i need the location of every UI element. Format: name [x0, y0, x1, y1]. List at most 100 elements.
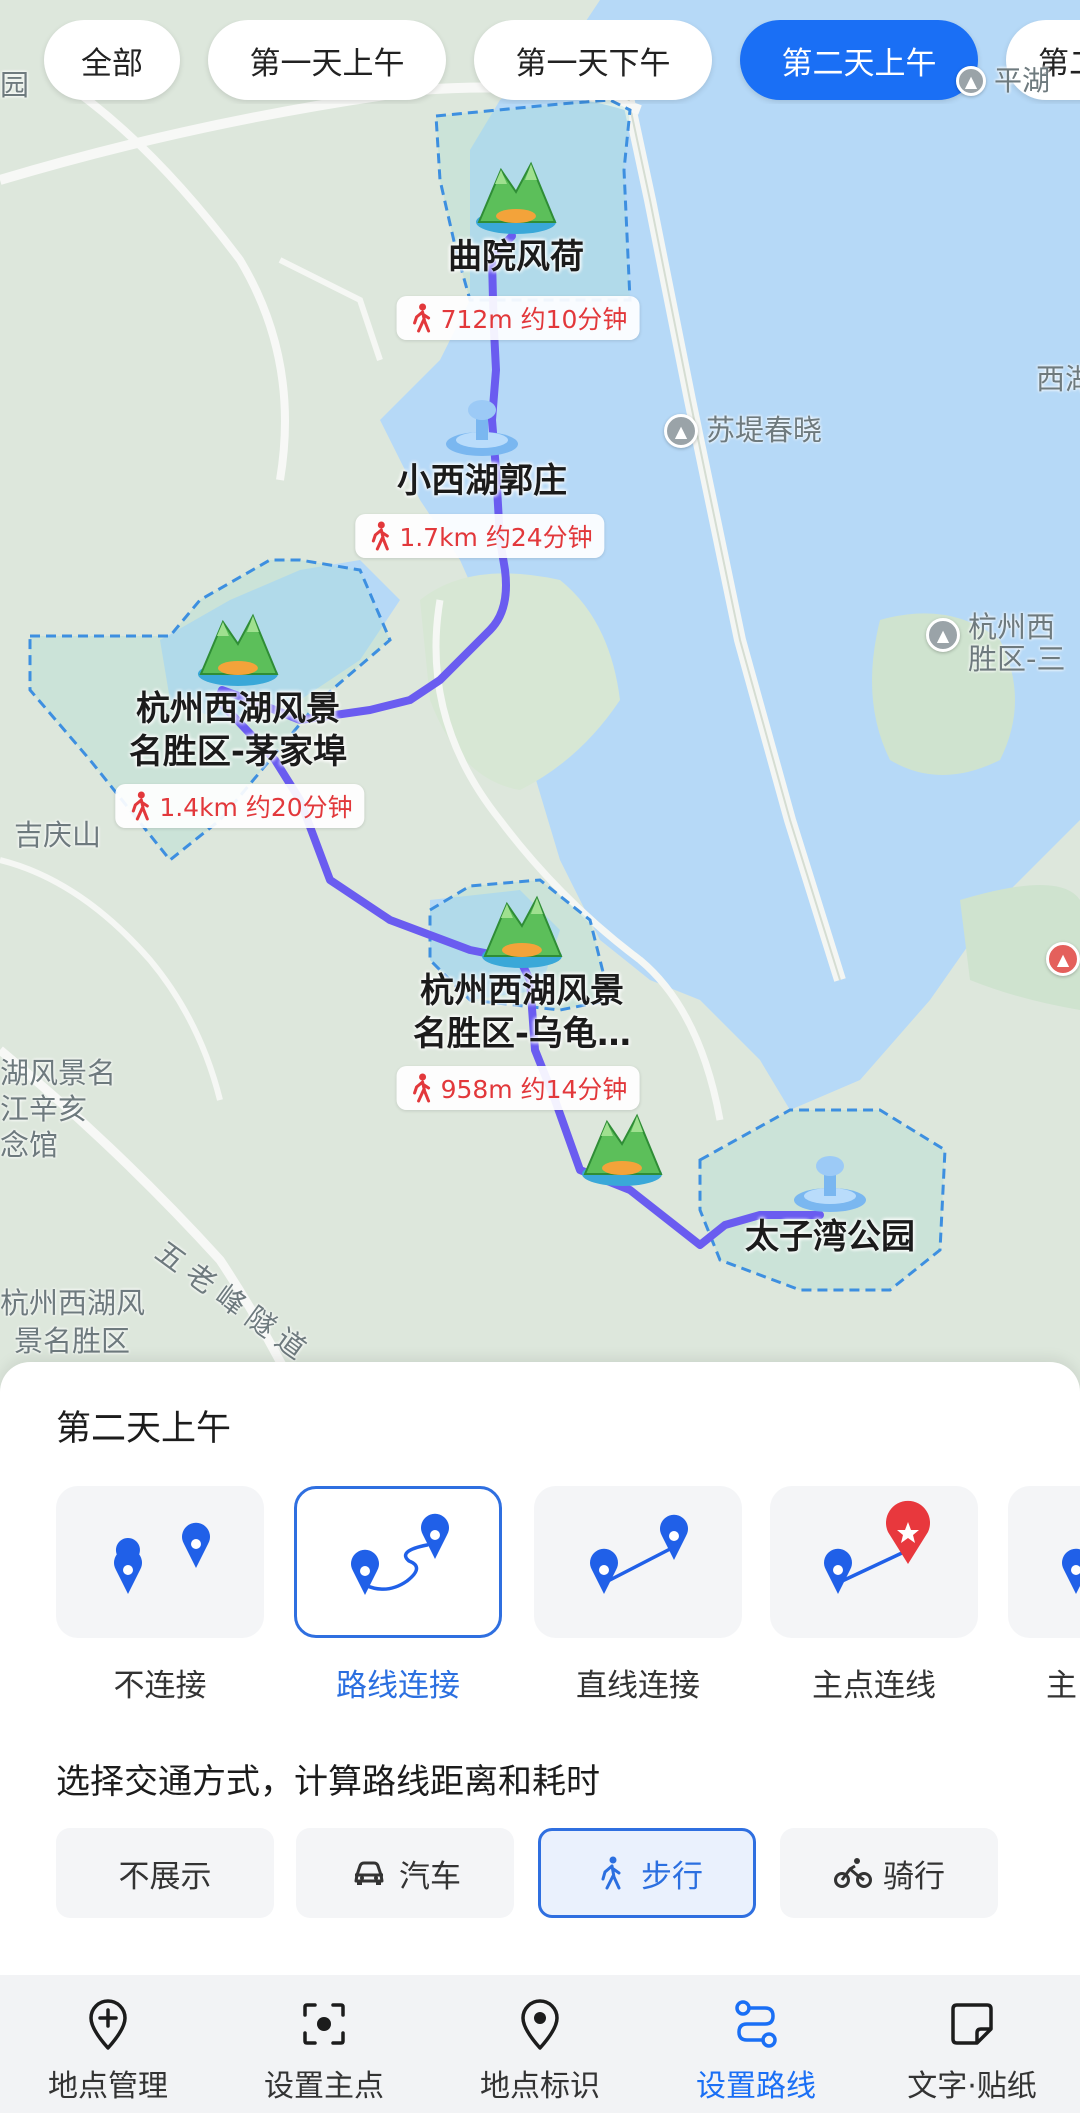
nav-label: 设置路线 [696, 2069, 816, 2104]
segment-badge-2: 1.7km 约24分钟 [355, 514, 605, 558]
nav-label: 地点标识 [480, 2069, 600, 2104]
conn-label-route: 路线连接 [336, 1668, 460, 1704]
nav-label: 设置主点 [264, 2069, 384, 2104]
place-scenic-extra[interactable] [577, 1104, 667, 1188]
nav-label: 地点管理 [48, 2069, 168, 2104]
mode-walk-button[interactable]: 步行 [538, 1828, 756, 1918]
conn-card-route[interactable] [294, 1486, 502, 1638]
conn-option-straight[interactable]: 直线连接 [534, 1486, 742, 1705]
poi-monument-icon: ▲ [956, 66, 986, 97]
map-label-hz-scenic-1: 杭州西湖风 [0, 1286, 146, 1320]
place-quyuan-name: 曲院风荷 [448, 237, 584, 277]
sticker-icon [951, 2003, 993, 2045]
segment-text-3: 1.4km 约20分钟 [159, 793, 353, 822]
conn-card-none[interactable] [56, 1486, 264, 1638]
place-taiziwan-name: 太子湾公园 [745, 1217, 915, 1257]
segment-text-4: 958m 约14分钟 [440, 1075, 628, 1104]
place-wugui[interactable]: 杭州西湖风景 名胜区-乌龟… [413, 886, 631, 1055]
nav-set-route[interactable]: 设置路线 [648, 1975, 864, 2113]
chip-day1-afternoon[interactable]: 第一天下午 [474, 20, 712, 100]
poi-sudi-label: 苏堤春晓 [706, 413, 823, 448]
conn-label-none: 不连接 [113, 1668, 207, 1704]
map-label-hufengjing-1: 湖风景名 [0, 1056, 117, 1090]
poi-monument-icon: ▲ [664, 414, 698, 448]
walk-icon [413, 303, 431, 333]
conn-card-partial[interactable] [1008, 1486, 1080, 1638]
map-label-jiqingshan: 吉庆山 [14, 818, 102, 852]
car-icon [354, 1861, 384, 1885]
place-maojiabu-name-1: 杭州西湖风景 [136, 689, 340, 729]
map-label-hufengjing-2: 江辛亥 [0, 1092, 88, 1126]
scenic-mountain-icon [482, 895, 563, 968]
map-label-xihu: 西湖 [1036, 362, 1080, 396]
transport-title: 选择交通方式，计算路线距离和耗时 [56, 1762, 600, 1802]
route-icon [735, 2000, 777, 2048]
conn-option-route[interactable]: 路线连接 [294, 1486, 502, 1705]
walk-icon [601, 1856, 621, 1890]
nav-location-mark[interactable]: 地点标识 [432, 1975, 648, 2113]
poi-red[interactable]: ▲ [1046, 942, 1080, 976]
bike-icon [834, 1858, 872, 1888]
place-xiaoxihu-name: 小西湖郭庄 [397, 461, 567, 501]
fountain-icon [794, 1156, 866, 1212]
conn-label-partial: 主 [1046, 1668, 1077, 1704]
poi-right-scenic[interactable]: ▲ 杭州西 胜区-三 [926, 610, 1066, 676]
place-xiaoxihu[interactable]: 小西湖郭庄 [397, 388, 567, 503]
conn-option-main-point[interactable]: 主点连线 [770, 1486, 978, 1705]
fountain-icon [446, 400, 518, 456]
pins-unconnected-icon [114, 1522, 210, 1594]
place-maojiabu[interactable]: 杭州西湖风景 名胜区-茅家埠 [129, 604, 347, 773]
nav-label: 文字·贴纸 [907, 2069, 1037, 2104]
nav-set-main-point[interactable]: 设置主点 [216, 1975, 432, 2113]
mode-bike-label: 骑行 [883, 1858, 945, 1895]
map-canvas[interactable]: 全部 第一天上午 第一天下午 第二天上午 第二 园 西湖 吉庆山 湖风景名 江辛… [0, 0, 1080, 1400]
chip-day2-morning[interactable]: 第二天上午 [740, 20, 978, 100]
place-quyuan[interactable]: 曲院风荷 [448, 152, 584, 279]
mode-car-button[interactable]: 汽车 [296, 1828, 514, 1918]
conn-option-none[interactable]: 不连接 [56, 1486, 264, 1705]
pins-main-point-icon [824, 1500, 930, 1594]
poi-right-scenic-text: 杭州西 胜区-三 [968, 610, 1066, 676]
nav-text-sticker[interactable]: 文字·贴纸 [864, 1975, 1080, 2113]
scenic-mountain-icon [582, 1113, 663, 1186]
segment-badge-4: 958m 约14分钟 [396, 1066, 640, 1110]
segment-text-1: 712m 约10分钟 [440, 305, 628, 334]
poi-top-right[interactable]: ▲ 平湖 [956, 65, 1050, 97]
conn-label-main-point: 主点连线 [812, 1668, 936, 1704]
poi-right-scenic-label-1: 杭州西 [968, 610, 1056, 644]
map-label-yuan: 园 [0, 68, 30, 102]
focus-point-icon [303, 2003, 345, 2045]
chip-day1-morning[interactable]: 第一天上午 [208, 20, 446, 100]
route-settings-sheet: 第二天上午 不连接 路线连接 直线连接 主点连线 主 选择交通方式，计算路线距离… [0, 1362, 1080, 1975]
bottom-navigation: 地点管理 设置主点 地点标识 设置路线 文字·贴纸 [0, 1975, 1080, 2113]
pins-route-icon [351, 1513, 449, 1595]
location-pin-icon [521, 1999, 559, 2050]
mode-bike-button[interactable]: 骑行 [780, 1828, 998, 1918]
conn-label-straight: 直线连接 [576, 1668, 700, 1704]
location-add-icon [89, 1999, 127, 2050]
map-label-hufengjing-3: 念馆 [0, 1128, 59, 1162]
poi-sudi[interactable]: ▲ 苏堤春晓 [664, 414, 822, 448]
pins-partial-icon [1062, 1548, 1080, 1594]
segment-text-2: 1.7km 约24分钟 [399, 523, 593, 552]
walk-icon [131, 791, 149, 821]
mode-hide-button[interactable]: 不展示 [56, 1828, 274, 1918]
place-wugui-name-1: 杭州西湖风景 [420, 971, 624, 1011]
sheet-title: 第二天上午 [56, 1409, 232, 1449]
segment-badge-3: 1.4km 约20分钟 [115, 784, 365, 828]
conn-option-partial[interactable]: 主 [1008, 1486, 1080, 1705]
chip-all[interactable]: 全部 [44, 20, 180, 100]
walk-icon [371, 521, 389, 551]
poi-red-icon: ▲ [1046, 942, 1080, 976]
day-filter-chips: 全部 第一天上午 第一天下午 第二天上午 第二 [0, 20, 1080, 104]
place-wugui-name-2: 名胜区-乌龟… [412, 1013, 632, 1054]
scenic-mountain-icon [198, 613, 279, 686]
poi-right-scenic-label-2: 胜区-三 [968, 641, 1066, 676]
mode-car-label: 汽车 [399, 1858, 461, 1895]
place-taiziwan[interactable]: 太子湾公园 [745, 1144, 915, 1259]
nav-location-manage[interactable]: 地点管理 [0, 1975, 216, 2113]
conn-card-straight[interactable] [534, 1486, 742, 1638]
conn-card-main-point[interactable] [770, 1486, 978, 1638]
map-label-hz-scenic-2: 景名胜区 [14, 1324, 131, 1358]
mode-walk-label: 步行 [641, 1858, 703, 1895]
